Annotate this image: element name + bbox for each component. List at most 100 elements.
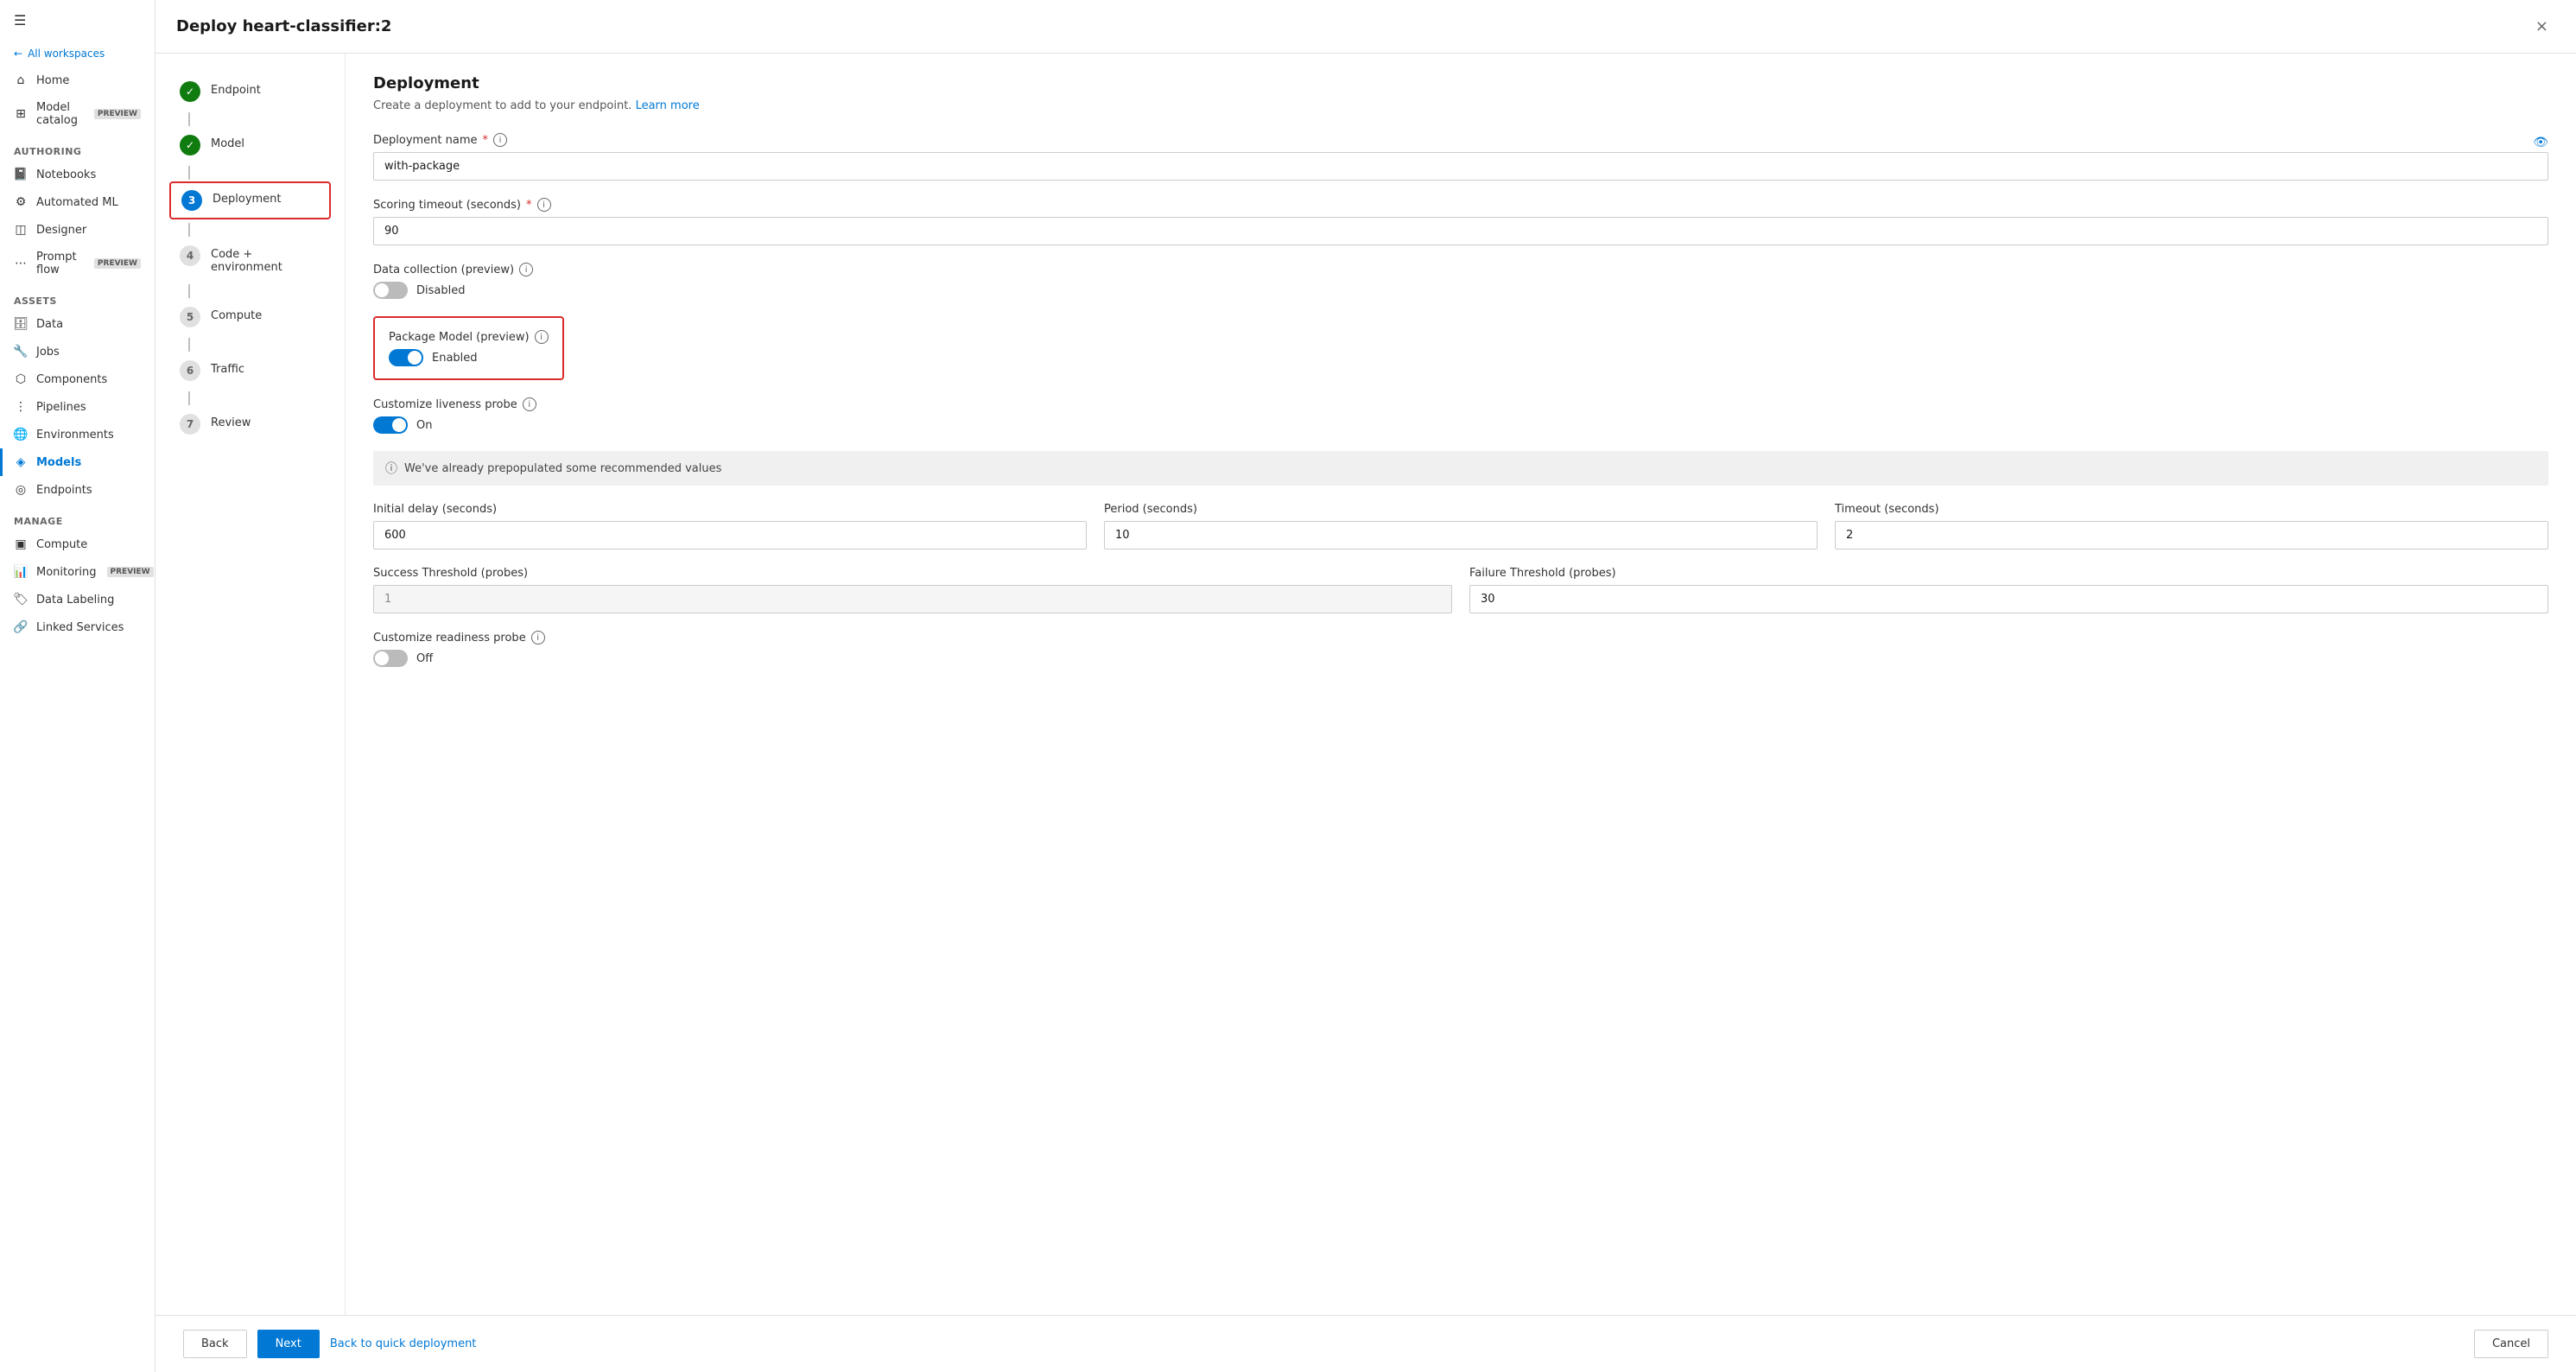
sidebar-item-notebooks[interactable]: 📓 Notebooks [0, 161, 155, 188]
liveness-probe-info-icon[interactable]: i [523, 397, 536, 411]
liveness-probe-toggle-row: On [373, 416, 2548, 434]
learn-more-link[interactable]: Learn more [636, 99, 700, 112]
required-marker: * [483, 134, 489, 147]
success-threshold-field: Success Threshold (probes) [373, 567, 1452, 613]
toggle-slider [373, 416, 408, 434]
pipelines-icon: ⋮ [14, 400, 28, 414]
step-compute[interactable]: 5 Compute [169, 300, 331, 334]
deployment-name-info-icon[interactable]: i [493, 133, 507, 147]
sidebar-item-monitoring[interactable]: 📊 Monitoring PREVIEW [0, 558, 155, 586]
linked-services-icon: 🔗 [14, 620, 28, 634]
liveness-probe-label: Customize liveness probe i [373, 397, 2548, 411]
quick-deployment-link[interactable]: Back to quick deployment [330, 1337, 477, 1350]
form-subtitle: Create a deployment to add to your endpo… [373, 99, 2548, 112]
initial-delay-input[interactable] [373, 521, 1087, 549]
environments-icon: 🌐 [14, 428, 28, 441]
sidebar-item-endpoints[interactable]: ◎ Endpoints [0, 476, 155, 504]
deployment-name-input[interactable] [373, 152, 2548, 181]
step-endpoint[interactable]: ✓ Endpoint [169, 74, 331, 109]
readiness-probe-info-icon[interactable]: i [531, 631, 545, 645]
data-collection-info-icon[interactable]: i [519, 263, 533, 276]
step-code-environment[interactable]: 4 Code + environment [169, 238, 331, 281]
package-model-toggle[interactable] [389, 349, 423, 366]
period-input[interactable] [1104, 521, 1818, 549]
dialog-body: ✓ Endpoint ✓ Model 3 Deployment 4 Code +… [155, 54, 2576, 1315]
sidebar-item-home[interactable]: ⌂ Home [0, 67, 155, 94]
back-to-workspaces[interactable]: ← All workspaces [0, 41, 155, 67]
notebooks-icon: 📓 [14, 168, 28, 181]
step-label-endpoint: Endpoint [211, 81, 261, 97]
data-collection-toggle[interactable] [373, 282, 408, 299]
sidebar-item-designer[interactable]: ◫ Designer [0, 216, 155, 244]
sidebar-item-environments[interactable]: 🌐 Environments [0, 421, 155, 448]
sidebar-item-data[interactable]: 🗄 Data [0, 310, 155, 338]
scoring-timeout-field: Scoring timeout (seconds) * i [373, 198, 2548, 245]
sidebar-item-label: Data [36, 318, 63, 331]
preview-badge: PREVIEW [107, 567, 154, 577]
sidebar-item-compute[interactable]: ▣ Compute [0, 530, 155, 558]
sidebar-item-data-labeling[interactable]: 🏷 Data Labeling [0, 586, 155, 613]
data-labeling-icon: 🏷 [14, 593, 28, 607]
liveness-probe-toggle[interactable] [373, 416, 408, 434]
sidebar-item-pipelines[interactable]: ⋮ Pipelines [0, 393, 155, 421]
sidebar-item-jobs[interactable]: 🔧 Jobs [0, 338, 155, 365]
designer-icon: ◫ [14, 223, 28, 237]
back-button[interactable]: Back [183, 1330, 247, 1358]
deployment-name-label: Deployment name * i [373, 133, 507, 147]
scoring-timeout-input[interactable] [373, 217, 2548, 245]
step-circle-review: 7 [180, 414, 200, 435]
monitoring-icon: 📊 [14, 565, 28, 579]
info-bar: ⓘ We've already prepopulated some recomm… [373, 451, 2548, 486]
step-label-deployment: Deployment [213, 190, 282, 206]
step-circle-code-environment: 4 [180, 245, 200, 266]
step-model[interactable]: ✓ Model [169, 128, 331, 162]
readiness-probe-label: Customize readiness probe i [373, 631, 2548, 645]
timeout-field: Timeout (seconds) [1835, 503, 2548, 549]
failure-threshold-input[interactable] [1469, 585, 2548, 613]
timeout-input[interactable] [1835, 521, 2548, 549]
required-marker: * [526, 199, 532, 212]
step-connector [188, 284, 190, 298]
sidebar-item-models[interactable]: ◈ Models [0, 448, 155, 476]
step-deployment[interactable]: 3 Deployment [169, 181, 331, 219]
preview-badge: PREVIEW [94, 258, 141, 269]
toggle-slider [389, 349, 423, 366]
sidebar-item-label: Data Labeling [36, 594, 114, 607]
failure-threshold-field: Failure Threshold (probes) [1469, 567, 2548, 613]
success-threshold-input[interactable] [373, 585, 1452, 613]
timing-fields-row: Initial delay (seconds) Period (seconds)… [373, 503, 2548, 549]
dialog-title: Deploy heart-classifier:2 [176, 17, 391, 35]
sidebar-item-label: Pipelines [36, 401, 86, 414]
compute-icon: ▣ [14, 537, 28, 551]
info-bar-icon: ⓘ [385, 460, 397, 477]
sidebar-item-prompt-flow[interactable]: ⋯ Prompt flow PREVIEW [0, 244, 155, 283]
sidebar-item-components[interactable]: ⬡ Components [0, 365, 155, 393]
package-model-info-icon[interactable]: i [535, 330, 549, 344]
cancel-button[interactable]: Cancel [2474, 1330, 2548, 1358]
sidebar-item-automated-ml[interactable]: ⚙ Automated ML [0, 188, 155, 216]
sidebar-item-label: Model catalog [36, 101, 84, 127]
close-button[interactable]: × [2528, 14, 2555, 39]
jobs-icon: 🔧 [14, 345, 28, 359]
info-bar-text: We've already prepopulated some recommen… [404, 462, 721, 475]
readiness-probe-state-text: Off [416, 652, 433, 665]
step-circle-deployment: 3 [181, 190, 202, 211]
hamburger-menu[interactable]: ☰ [0, 0, 155, 41]
sidebar: ☰ ← All workspaces ⌂ Home ⊞ Model catalo… [0, 0, 155, 1372]
scoring-timeout-info-icon[interactable]: i [537, 198, 551, 212]
assets-section-label: Assets [0, 283, 155, 310]
next-button[interactable]: Next [257, 1330, 320, 1358]
eye-icon[interactable]: 👁 [2533, 136, 2548, 149]
sidebar-item-linked-services[interactable]: 🔗 Linked Services [0, 613, 155, 641]
sidebar-item-model-catalog[interactable]: ⊞ Model catalog PREVIEW [0, 94, 155, 134]
package-model-toggle-row: Enabled [389, 349, 549, 366]
step-circle-model: ✓ [180, 135, 200, 156]
sidebar-item-label: Designer [36, 224, 86, 237]
endpoints-icon: ◎ [14, 483, 28, 497]
readiness-probe-toggle[interactable] [373, 650, 408, 667]
step-review[interactable]: 7 Review [169, 407, 331, 441]
step-traffic[interactable]: 6 Traffic [169, 353, 331, 388]
sidebar-item-label: Notebooks [36, 168, 96, 181]
initial-delay-field: Initial delay (seconds) [373, 503, 1087, 549]
step-circle-compute: 5 [180, 307, 200, 327]
